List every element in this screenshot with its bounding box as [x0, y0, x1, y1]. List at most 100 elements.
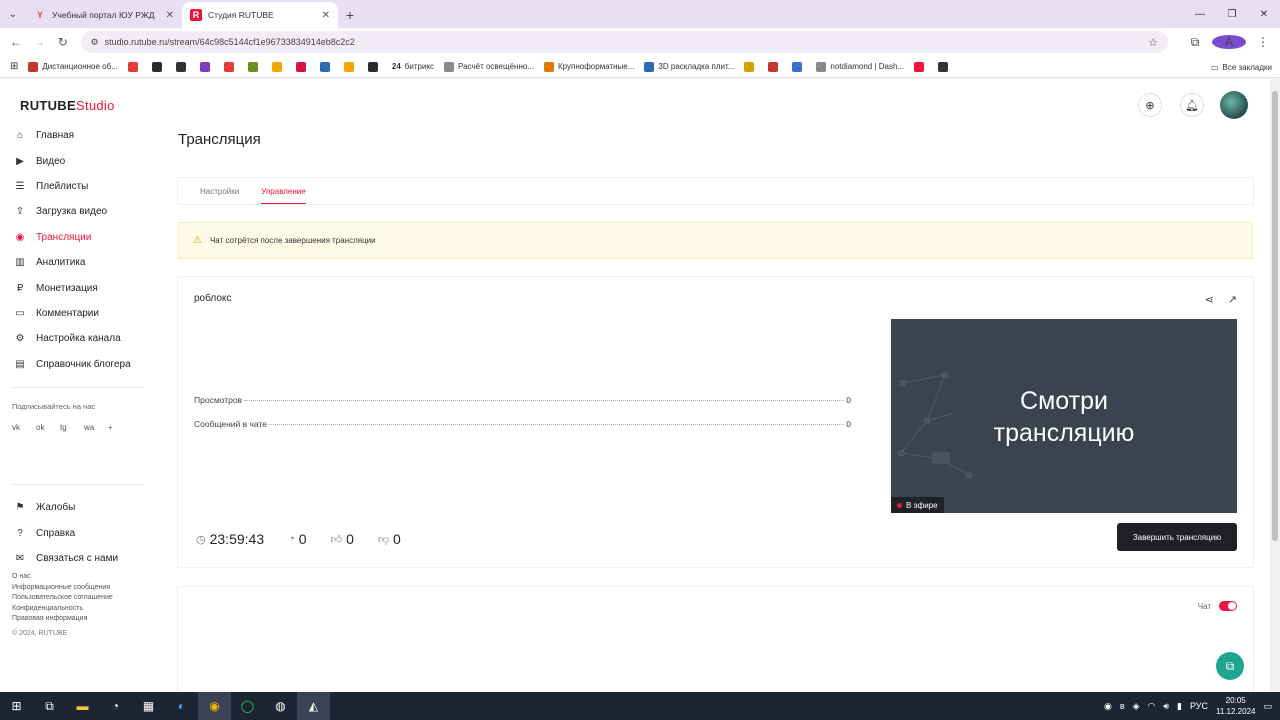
bookmark-item[interactable]: 3D раскладка плит... — [644, 61, 734, 72]
footer-link[interactable]: Информационные сообщения — [12, 583, 113, 594]
bookmark-item[interactable] — [914, 61, 928, 72]
bookmark-item[interactable]: 24 битрикс — [392, 62, 434, 71]
extensions-icon[interactable]: ⧉ — [1178, 35, 1212, 50]
bookmark-item[interactable] — [127, 61, 142, 72]
footer-link[interactable]: Пользовательское соглашение — [12, 593, 113, 604]
bluetooth-icon[interactable]: ʙ — [1120, 701, 1125, 711]
bookmark-item[interactable] — [792, 61, 806, 72]
footer-link[interactable]: Конфиденциальность — [12, 604, 113, 615]
social-tg-icon[interactable]: tg — [60, 423, 84, 432]
browser-tab-rzd[interactable]: Y Учебный портал ЮУ РЖД ✕ — [26, 2, 182, 28]
support-chat-button[interactable]: ⧉ — [1216, 652, 1244, 680]
bookmark-item[interactable] — [367, 61, 382, 72]
upload-icon[interactable]: ⊕ — [1138, 93, 1162, 117]
bookmark-item[interactable]: notdiamond | Dash... — [816, 61, 904, 72]
viewers-metric: ◔ 0 — [288, 531, 307, 547]
chrome-icon[interactable]: ◉ — [198, 692, 231, 720]
bookmark-item[interactable] — [151, 61, 166, 72]
footer-link[interactable]: Правовая информация — [12, 614, 113, 625]
bookmark-item[interactable] — [744, 61, 758, 72]
network-icon[interactable]: ◠ — [1148, 701, 1156, 712]
battery-icon[interactable]: ▮ — [1177, 701, 1182, 712]
bookmark-item[interactable] — [271, 61, 286, 72]
sidebar-item-mail[interactable]: ✉ Связаться с нами — [0, 546, 150, 571]
bookmark-item[interactable] — [319, 61, 334, 72]
sidebar-item-flag[interactable]: ⚑ Жалобы — [0, 495, 150, 520]
close-window-icon[interactable]: ✕ — [1248, 0, 1280, 28]
minimize-icon[interactable]: — — [1184, 0, 1216, 28]
open-external-icon[interactable]: ↗ — [1228, 293, 1237, 306]
language-indicator[interactable]: РУС — [1190, 701, 1208, 711]
bookmark-item[interactable] — [247, 61, 262, 72]
calculator-icon[interactable]: ▦ — [132, 692, 165, 720]
sidebar-item-upload[interactable]: ⇪ Загрузка видео — [0, 199, 150, 224]
stream-preview[interactable]: Смотри трансляцию В эфире — [891, 319, 1237, 513]
sidebar-item-broadcast[interactable]: ◉ Трансляции — [0, 225, 150, 250]
bookmark-item[interactable] — [343, 61, 358, 72]
sidebar-item-home[interactable]: ⌂ Главная — [0, 123, 150, 148]
whatsapp-icon[interactable]: ◯ — [231, 692, 264, 720]
bookmark-item[interactable] — [175, 61, 190, 72]
bookmark-item[interactable] — [938, 61, 952, 72]
new-tab-button[interactable]: + — [338, 2, 362, 28]
tab-management[interactable]: Управление — [261, 187, 306, 204]
sidebar-item-book[interactable]: ▤ Справочник блогера — [0, 352, 150, 377]
site-info-icon[interactable]: ⚙ — [91, 37, 99, 48]
forward-icon[interactable]: → — [28, 35, 52, 49]
url-input[interactable]: ⚙ studio.rutube.ru/stream/64c98c5144cf1e… — [80, 31, 1168, 53]
avatar[interactable] — [1220, 91, 1248, 119]
bookmark-item[interactable] — [199, 61, 214, 72]
end-stream-button[interactable]: Завершить трансляцию — [1117, 523, 1237, 551]
tab-search-icon[interactable]: ⌄ — [0, 0, 26, 28]
rutube-studio-logo[interactable]: RUTUBEStudio — [20, 98, 115, 113]
bookmark-item[interactable]: Крупноформатные... — [544, 61, 634, 72]
sidebar-item-label: Настройка канала — [36, 333, 121, 345]
tray-app-icon[interactable]: ◉ — [1104, 701, 1112, 712]
task-view-icon[interactable]: ⧉ — [33, 692, 66, 720]
bookmark-item[interactable] — [768, 61, 782, 72]
volume-icon[interactable]: 🔊︎ — [1163, 701, 1169, 712]
footer-link[interactable]: О нас — [12, 572, 113, 583]
page-scrollbar[interactable] — [1270, 79, 1280, 692]
chat-switch[interactable] — [1219, 601, 1237, 611]
sidebar-item-settings[interactable]: ⚙ Настройка канала — [0, 326, 150, 351]
bookmark-item[interactable] — [223, 61, 238, 72]
browser-tab-rutube-studio[interactable]: R Студия RUTUBE ✕ — [182, 2, 338, 28]
back-icon[interactable]: ← — [4, 35, 28, 49]
browser-menu-icon[interactable]: ⋮ — [1246, 35, 1280, 49]
social-ok-icon[interactable]: ok — [36, 423, 60, 432]
tab-settings[interactable]: Настройки — [200, 187, 239, 204]
notifications-icon[interactable]: ▭ — [1263, 701, 1272, 712]
bookmark-item[interactable] — [295, 61, 310, 72]
obs-icon[interactable]: ◍ — [264, 692, 297, 720]
profile-avatar[interactable]: A — [1211, 35, 1246, 49]
close-tab-icon[interactable]: ✕ — [322, 10, 330, 21]
bell-icon[interactable]: 🔔︎ — [1180, 93, 1204, 117]
social-+-icon[interactable]: + — [108, 423, 132, 432]
start-icon[interactable]: ⊞ — [0, 692, 33, 720]
sidebar-item-monetization[interactable]: ₽ Монетизация — [0, 275, 150, 300]
speedometer-icon[interactable]: ◔ — [99, 692, 132, 720]
chat-toggle[interactable]: Чат — [1198, 601, 1237, 611]
sidebar-item-video[interactable]: ▶ Видео — [0, 148, 150, 173]
bookmark-item[interactable]: Расчёт освещённо... — [444, 61, 534, 72]
edge-icon[interactable]: ◐ — [165, 692, 198, 720]
tray-app-icon[interactable]: ◈ — [1133, 701, 1140, 712]
share-icon[interactable]: ⋖ — [1205, 293, 1214, 306]
app-icon[interactable]: ◭ — [297, 692, 330, 720]
file-explorer-icon[interactable]: ▬ — [66, 692, 99, 720]
sidebar-item-help[interactable]: ? Справка — [0, 520, 150, 545]
bookmark-item[interactable]: Дистанционное об... — [28, 61, 118, 72]
bookmark-star-icon[interactable]: ☆ — [1148, 36, 1158, 49]
reload-icon[interactable]: ↻ — [51, 35, 75, 49]
apps-icon[interactable]: ⊞ — [10, 61, 18, 72]
social-vk-icon[interactable]: vk — [12, 423, 36, 432]
all-bookmarks[interactable]: ▭ Все закладки — [1211, 56, 1272, 77]
sidebar-item-comments[interactable]: ▭ Комментарии — [0, 301, 150, 326]
close-tab-icon[interactable]: ✕ — [166, 10, 174, 21]
sidebar-item-playlist[interactable]: ☰ Плейлисты — [0, 174, 150, 199]
sidebar-item-analytics[interactable]: ▥ Аналитика — [0, 250, 150, 275]
clock[interactable]: 20:05 11.12.2024 — [1216, 695, 1255, 717]
restore-icon[interactable]: ❐ — [1216, 0, 1248, 28]
social-wa-icon[interactable]: wa — [84, 423, 108, 432]
